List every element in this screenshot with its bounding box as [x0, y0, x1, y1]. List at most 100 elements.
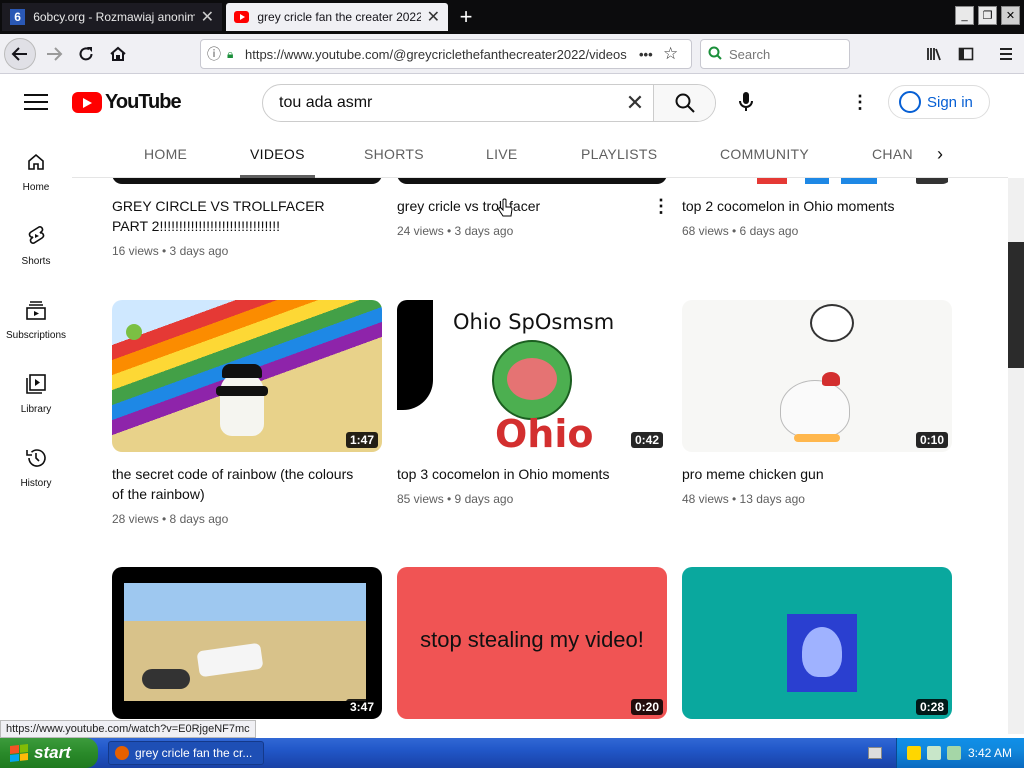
- restore-window-button[interactable]: ❐: [978, 6, 997, 25]
- youtube-search-button[interactable]: [653, 85, 715, 121]
- youtube-search-input[interactable]: [263, 94, 617, 112]
- start-button[interactable]: start: [0, 738, 98, 768]
- account-icon: [899, 91, 921, 113]
- video-title[interactable]: pro meme chicken gun: [682, 464, 932, 484]
- hamburger-menu-icon[interactable]: [994, 42, 1018, 66]
- guide-label: Subscriptions: [5, 330, 67, 341]
- shorts-icon: [24, 224, 48, 248]
- video-thumbnail[interactable]: Ohio SpOsmsm Ohio 0:42: [397, 300, 667, 452]
- thumbnail-caption: Ohio SpOsmsm: [453, 310, 615, 334]
- home-button[interactable]: [102, 38, 134, 70]
- page-actions-icon[interactable]: •••: [639, 47, 663, 62]
- video-thumbnail[interactable]: [112, 178, 382, 184]
- video-thumbnail[interactable]: 0:28: [682, 567, 952, 719]
- video-thumbnail[interactable]: 3:47: [112, 567, 382, 719]
- sidebar-toggle-icon[interactable]: [954, 42, 978, 66]
- network-icon[interactable]: [947, 746, 961, 760]
- library-icon: [24, 372, 48, 396]
- settings-more-icon[interactable]: ⋮: [848, 86, 872, 118]
- taskbar-window-firefox[interactable]: grey cricle fan the cr...: [108, 741, 264, 765]
- guide-label: Home: [22, 182, 50, 193]
- page-scrollbar-thumb[interactable]: [1008, 242, 1024, 368]
- video-thumbnail[interactable]: stop stealing my video! 0:20: [397, 567, 667, 719]
- keyboard-icon[interactable]: [868, 747, 882, 759]
- guide-item-library[interactable]: Library: [0, 352, 72, 422]
- youtube-logo[interactable]: YouTube: [72, 90, 182, 114]
- guide-item-history[interactable]: History: [0, 426, 72, 496]
- thumbnail-caption: stop stealing my video!: [420, 627, 644, 652]
- address-bar[interactable]: ⓘ 🔒︎ https://www.youtube.com/@greycricle…: [200, 39, 692, 69]
- video-title[interactable]: the secret code of rainbow (the colours …: [112, 464, 362, 504]
- browser-search-field[interactable]: Search: [700, 39, 850, 69]
- firefox-icon: [115, 746, 129, 760]
- history-icon: [24, 446, 48, 470]
- video-thumbnail[interactable]: 1:47: [112, 300, 382, 452]
- video-more-icon[interactable]: ⋮: [652, 196, 670, 217]
- video-title[interactable]: grey cricle vs troll facer: [397, 196, 647, 216]
- video-thumbnail[interactable]: [397, 178, 667, 184]
- back-button[interactable]: [4, 38, 36, 70]
- browser-tab-youtube[interactable]: grey cricle fan the creater 2022 - YouTu…: [226, 3, 448, 31]
- thumbnail-art: [142, 669, 190, 689]
- channel-tab-bar: HOME VIDEOS SHORTS LIVE PLAYLISTS COMMUN…: [72, 130, 1008, 178]
- guide-item-subscriptions[interactable]: Subscriptions: [0, 278, 72, 348]
- youtube-play-icon: [72, 91, 102, 113]
- voice-search-button[interactable]: [730, 86, 762, 118]
- youtube-search-box[interactable]: ✕: [262, 84, 716, 122]
- video-duration: 3:47: [345, 699, 378, 715]
- tab-community[interactable]: COMMUNITY: [720, 130, 809, 178]
- home-icon: [110, 46, 126, 61]
- microphone-icon: [739, 92, 753, 111]
- video-meta: 48 views • 13 days ago: [682, 492, 805, 506]
- new-tab-button[interactable]: +: [452, 4, 480, 30]
- link-status-preview: https://www.youtube.com/watch?v=E0RjgeNF…: [0, 720, 256, 738]
- network-icon[interactable]: [927, 746, 941, 760]
- video-thumbnail[interactable]: [682, 178, 952, 184]
- bookmark-star-icon[interactable]: ☆: [663, 44, 691, 64]
- tab-live[interactable]: LIVE: [486, 130, 518, 178]
- clear-search-icon[interactable]: ✕: [617, 90, 653, 116]
- video-duration: 0:28: [915, 699, 948, 715]
- tab-channels[interactable]: CHAN: [872, 130, 913, 178]
- windows-taskbar: start grey cricle fan the cr... 3:42 AM: [0, 738, 1024, 768]
- info-icon[interactable]: ⓘ: [201, 44, 227, 64]
- tab-title: 6obcy.org - Rozmawiaj anonimowo: [33, 10, 195, 24]
- url-text[interactable]: https://www.youtube.com/@greycriclethefa…: [245, 47, 639, 62]
- close-window-button[interactable]: ✕: [1001, 6, 1020, 25]
- youtube-wordmark: YouTube: [105, 90, 182, 113]
- video-title[interactable]: top 2 cocomelon in Ohio moments: [682, 196, 932, 216]
- start-label: start: [34, 743, 71, 762]
- chevron-right-icon[interactable]: ›: [928, 142, 952, 166]
- video-duration: 1:47: [345, 432, 378, 448]
- tab-videos[interactable]: VIDEOS: [240, 130, 315, 178]
- tab-home[interactable]: HOME: [144, 130, 187, 178]
- thumbnail-art: [822, 372, 840, 386]
- reload-icon: [79, 47, 93, 61]
- guide-item-shorts[interactable]: Shorts: [0, 204, 72, 274]
- close-tab-icon[interactable]: ✕: [427, 7, 440, 27]
- reload-button[interactable]: [70, 38, 102, 70]
- windows-logo-icon: [10, 744, 28, 762]
- security-shield-icon[interactable]: [907, 746, 921, 760]
- video-meta: 68 views • 6 days ago: [682, 224, 799, 238]
- video-thumbnail[interactable]: 0:10: [682, 300, 952, 452]
- forward-button[interactable]: [38, 38, 70, 70]
- browser-tab-6obcy[interactable]: 6 6obcy.org - Rozmawiaj anonimowo ✕: [2, 3, 222, 31]
- thumbnail-art: [507, 358, 557, 400]
- close-tab-icon[interactable]: ✕: [201, 7, 214, 27]
- mini-guide: Home Shorts Subscriptions Library Histor…: [0, 130, 72, 730]
- tab-shorts[interactable]: SHORTS: [364, 130, 424, 178]
- sign-in-label: Sign in: [927, 93, 973, 111]
- video-title[interactable]: top 3 cocomelon in Ohio moments: [397, 464, 647, 484]
- library-icon[interactable]: [922, 42, 946, 66]
- thumbnail-art: [216, 386, 268, 396]
- minimize-window-button[interactable]: _: [955, 6, 974, 25]
- guide-item-home[interactable]: Home: [0, 130, 72, 200]
- video-title[interactable]: GREY CIRCLE VS TROLLFACER PART 2!!!!!!!!…: [112, 196, 362, 236]
- guide-menu-icon[interactable]: [24, 94, 48, 112]
- hand-cursor-icon: [498, 198, 513, 217]
- tab-playlists[interactable]: PLAYLISTS: [581, 130, 657, 178]
- thumbnail-art: [916, 178, 948, 184]
- sign-in-button[interactable]: Sign in: [888, 85, 990, 119]
- video-meta: 85 views • 9 days ago: [397, 492, 514, 506]
